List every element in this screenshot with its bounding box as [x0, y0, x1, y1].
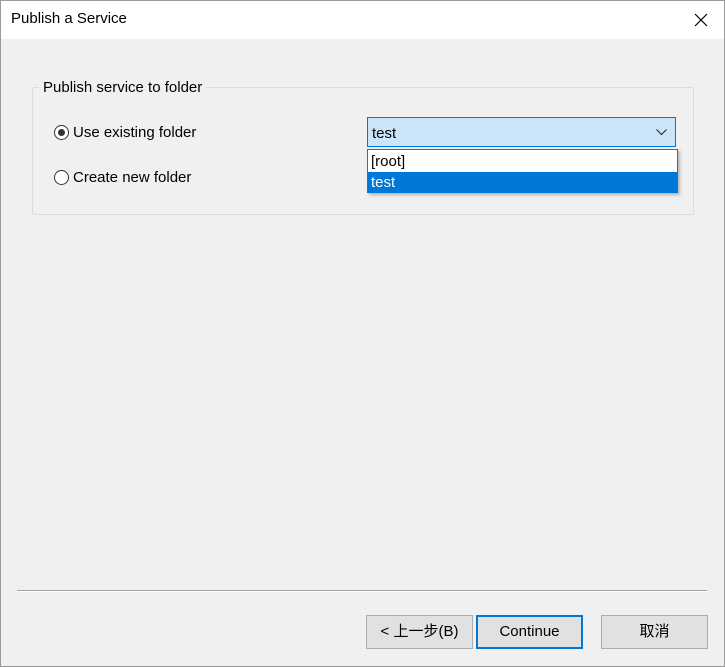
use-existing-folder-option[interactable]: Use existing folder [54, 124, 196, 141]
continue-button[interactable]: Continue [476, 615, 583, 649]
create-new-folder-option[interactable]: Create new folder [54, 169, 191, 186]
create-new-folder-label: Create new folder [73, 169, 192, 186]
publish-service-dialog: Publish a Service Publish service to fol… [0, 0, 725, 667]
create-new-folder-radio[interactable] [54, 170, 69, 185]
title-bar: Publish a Service [1, 1, 724, 39]
close-button[interactable] [678, 1, 724, 39]
back-button[interactable]: < 上一步(B) [366, 615, 473, 649]
footer-separator [17, 590, 707, 592]
group-legend: Publish service to folder [39, 79, 207, 96]
chevron-down-icon [656, 129, 667, 136]
use-existing-folder-radio[interactable] [54, 125, 69, 140]
cancel-button[interactable]: 取消 [601, 615, 708, 649]
folder-select-value: test [372, 125, 397, 142]
window-title: Publish a Service [11, 10, 127, 27]
dropdown-option-test[interactable]: test [368, 172, 677, 193]
use-existing-folder-label: Use existing folder [73, 124, 197, 141]
close-icon [694, 13, 708, 27]
folder-select[interactable]: test [367, 117, 676, 147]
folder-dropdown-list: [root] test [367, 149, 678, 193]
dropdown-option-root[interactable]: [root] [368, 151, 677, 172]
